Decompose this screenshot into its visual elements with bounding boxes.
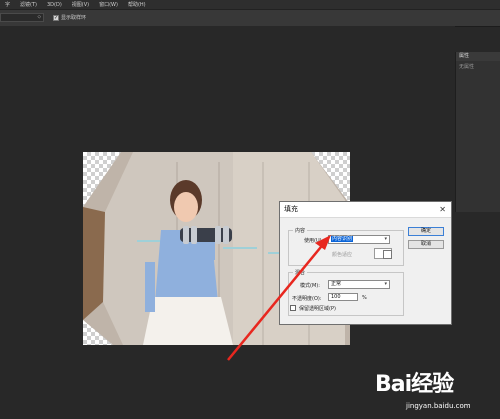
annotation-arrow	[227, 235, 331, 361]
watermark-url: jingyan.baidu.com	[406, 402, 471, 410]
baidu-watermark: Bai经验 jingyan.baidu.com	[370, 360, 495, 415]
watermark-logo: Bai经验	[375, 372, 454, 397]
